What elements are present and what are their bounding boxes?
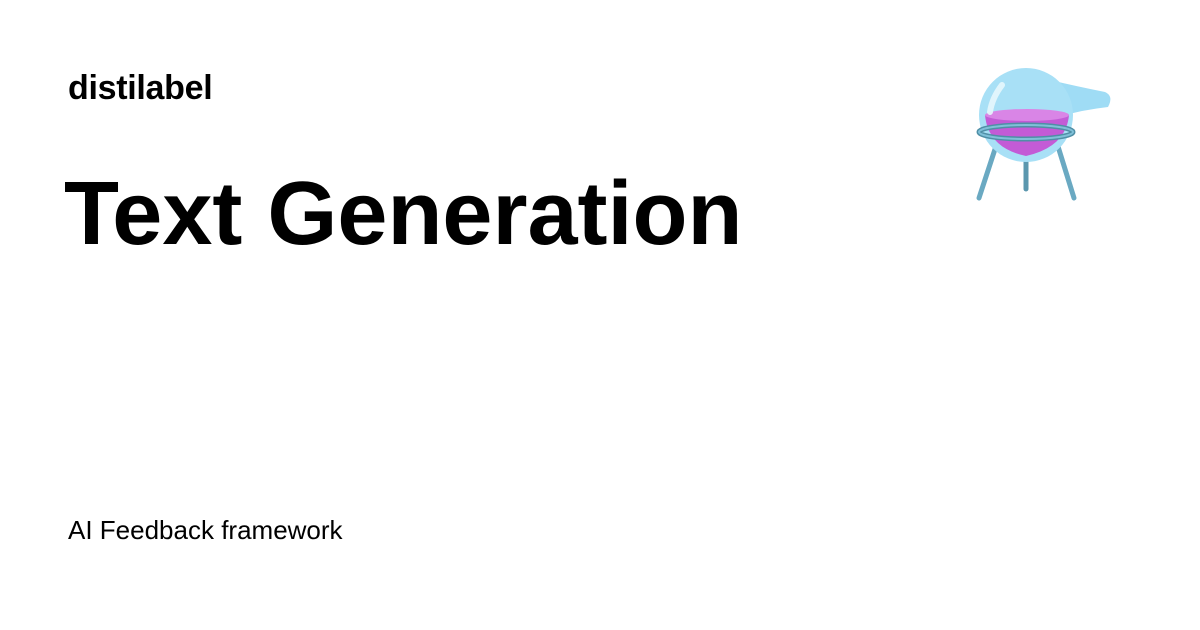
social-card: distilabel Text Generation AI Feedback f… bbox=[0, 0, 1200, 630]
page-title: Text Generation bbox=[64, 164, 743, 264]
flask-icon bbox=[970, 60, 1115, 205]
tagline: AI Feedback framework bbox=[68, 515, 343, 545]
site-name: distilabel bbox=[68, 69, 213, 107]
